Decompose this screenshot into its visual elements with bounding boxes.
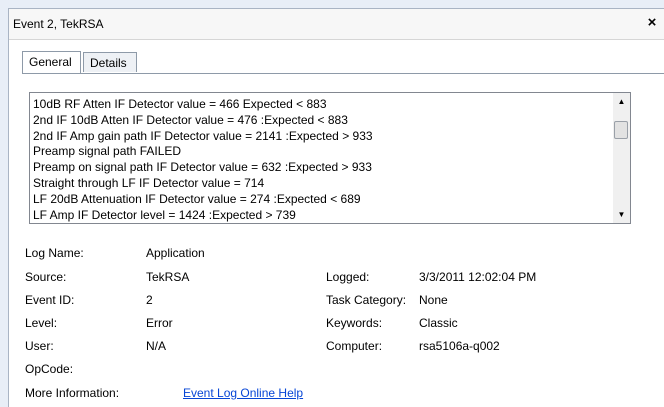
window-frame-top [0, 0, 664, 9]
scroll-up-icon[interactable]: ▲ [613, 93, 630, 110]
description-scrollbar[interactable]: ▲ ▼ [613, 93, 630, 223]
description-line: Preamp on signal path IF Detector value … [33, 160, 372, 175]
scroll-down-icon[interactable]: ▼ [613, 206, 630, 223]
logged-label: Logged: [326, 270, 370, 284]
close-icon[interactable]: × [644, 14, 660, 32]
description-line: Straight through LF IF Detector value = … [33, 175, 265, 190]
keywords-value: Classic [419, 316, 458, 330]
title-bar[interactable]: Event 2, TekRSA × [9, 9, 664, 40]
window-title: Event 2, TekRSA [13, 17, 104, 31]
tab-panel-border [22, 73, 664, 74]
logged-value: 3/3/2011 12:02:04 PM [419, 270, 537, 284]
event-id-label: Event ID: [25, 293, 75, 307]
user-label: User: [25, 339, 54, 353]
event-description-text: 10dB RF Atten IF Detector value = 466 Ex… [33, 97, 608, 223]
keywords-label: Keywords: [326, 316, 383, 330]
log-name-label: Log Name: [25, 246, 84, 260]
user-value: N/A [146, 339, 167, 353]
description-line: LF Amp IF Detector level = 1424 :Expecte… [33, 207, 296, 222]
computer-label: Computer: [326, 339, 383, 353]
description-line: 2nd IF 10dB Atten IF Detector value = 47… [33, 112, 348, 127]
description-line: 10dB RF Atten IF Detector value = 466 Ex… [33, 97, 327, 111]
source-label: Source: [25, 270, 67, 284]
scrollbar-thumb[interactable] [614, 121, 628, 139]
task-category-value: None [419, 293, 448, 307]
source-value: TekRSA [146, 270, 190, 284]
description-line: LF 20dB Attenuation IF Detector value = … [33, 191, 361, 206]
level-value: Error [146, 316, 173, 330]
event-properties-panel: General Details 10dB RF Atten IF Detecto… [9, 40, 664, 407]
event-description-box[interactable]: 10dB RF Atten IF Detector value = 466 Ex… [29, 92, 631, 224]
task-category-label: Task Category: [326, 293, 407, 307]
event-log-online-help-link[interactable]: Event Log Online Help [183, 386, 303, 400]
tab-general[interactable]: General [22, 51, 81, 73]
description-line: 2nd IF Amp gain path IF Detector value =… [33, 128, 373, 143]
window-frame-left [0, 8, 9, 407]
computer-value: rsa5106a-q002 [419, 339, 500, 353]
description-line: Preamp signal path FAILED [33, 144, 182, 159]
event-id-value: 2 [146, 293, 153, 307]
tab-details[interactable]: Details [83, 52, 137, 72]
more-information-label: More Information: [25, 386, 120, 400]
level-label: Level: [25, 316, 58, 330]
log-name-value: Application [146, 246, 205, 260]
opcode-label: OpCode: [25, 362, 74, 376]
